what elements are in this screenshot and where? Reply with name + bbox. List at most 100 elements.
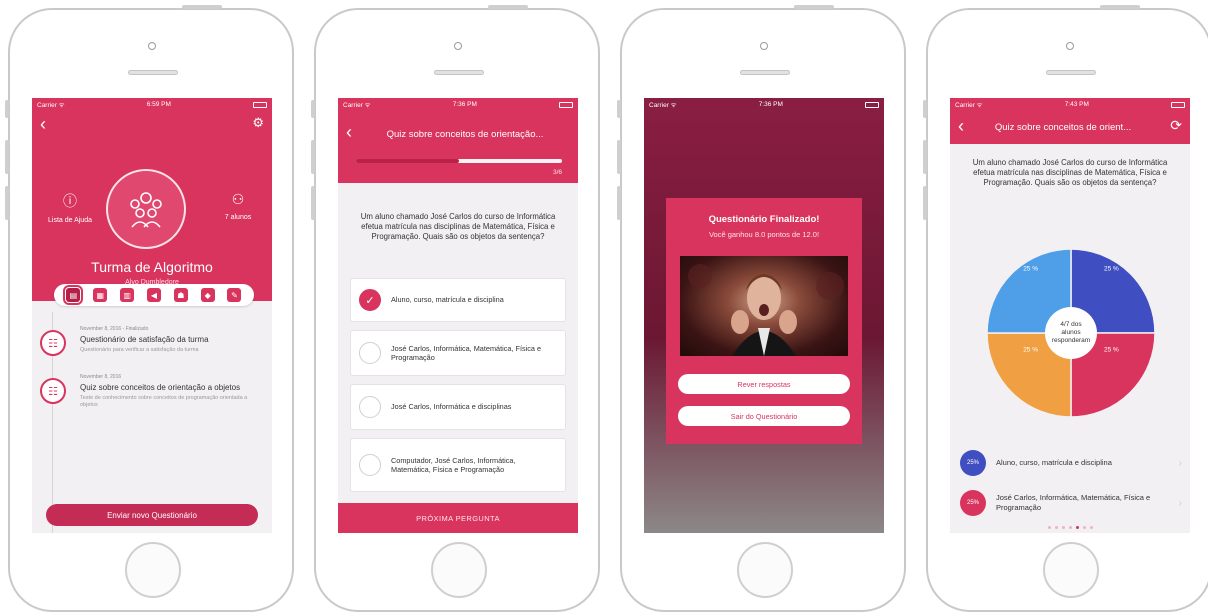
battery-icon: [1170, 101, 1185, 108]
mute-switch: [5, 100, 9, 118]
home-button[interactable]: [125, 542, 181, 598]
mute-switch: [311, 100, 315, 118]
chevron-right-icon: ›: [1178, 497, 1182, 509]
percent-badge: 25%: [960, 450, 986, 476]
app-showcase: Carrier ᯤ 6:59 PM ‹ ⚙ ⓘ Lista de Ajuda ⚇…: [0, 0, 1208, 614]
answer-option[interactable]: Computador, José Carlos, Informática, Ma…: [350, 438, 566, 492]
pie-svg: 25 % 25 % 25 % 25 % 4/7 dosalunosresponderam: [986, 248, 1156, 418]
home-button[interactable]: [431, 542, 487, 598]
front-camera: [454, 42, 462, 50]
legend-label: Aluno, curso, matrícula e disciplina: [996, 458, 1112, 468]
power-button: [1100, 5, 1140, 9]
item-description: Teste de conhecimento sobre conceitos de…: [80, 395, 248, 409]
page-dot[interactable]: [1047, 526, 1051, 529]
help-list-button[interactable]: ⓘ Lista de Ajuda: [40, 191, 100, 224]
speaker: [434, 70, 484, 75]
mute-switch: [617, 100, 621, 118]
center-label: responderam: [1052, 337, 1090, 344]
front-camera: [148, 42, 156, 50]
item-date: November 8, 2016: [80, 374, 122, 380]
clipboard-icon[interactable]: ▤: [63, 285, 84, 305]
phone-frame-result: Carrier ᯤ 7:36 PM Questionário Finalizad…: [617, 5, 906, 612]
page-dot[interactable]: [1089, 526, 1093, 529]
students-label: 7 alunos: [224, 214, 252, 221]
item-description: Questionário para verificar a satisfação…: [80, 347, 199, 353]
group-toolbar-icon[interactable]: ☗: [173, 288, 188, 302]
chat-icon[interactable]: ✎: [227, 288, 242, 302]
home-button[interactable]: [1043, 542, 1099, 598]
stats-title: Quiz sobre conceitos de orient...: [994, 122, 1132, 133]
option-label: Aluno, curso, matrícula e disciplina: [391, 295, 504, 305]
phone-frame-quiz: Carrier ᯤ 7:36 PM ‹ Quiz sobre conceitos…: [311, 5, 600, 612]
chevron-right-icon: ›: [1178, 457, 1182, 469]
timeline-text: November 8, 2016 Quiz sobre conceitos de…: [80, 374, 265, 409]
phone-frame-class: Carrier ᯤ 6:59 PM ‹ ⚙ ⓘ Lista de Ajuda ⚇…: [5, 5, 294, 612]
question-icon: ⓘ: [63, 193, 77, 209]
answer-option[interactable]: José Carlos, Informática e disciplinas: [350, 384, 566, 430]
badge-icon[interactable]: ◆: [200, 288, 215, 302]
slice-label: 25 %: [1104, 266, 1119, 273]
item-title: Quiz sobre conceitos de orientação a obj…: [80, 383, 241, 392]
mute-switch: [923, 100, 927, 118]
battery-icon: [252, 101, 267, 108]
page-dot[interactable]: [1061, 526, 1065, 529]
page-indicator: [950, 526, 1190, 529]
grid-icon[interactable]: ▥: [120, 288, 135, 302]
question-text: Um aluno chamado José Carlos do curso de…: [360, 212, 556, 242]
item-date: November 8, 2016 - Finalizado: [80, 326, 149, 332]
send-questionnaire-button[interactable]: Enviar novo Questionário: [46, 504, 258, 526]
class-title: Turma de Algoritmo: [91, 259, 213, 275]
option-label: José Carlos, Informática, Matemática, Fí…: [391, 343, 542, 362]
center-label: alunos: [1061, 329, 1081, 336]
celebration-gif: [680, 256, 848, 356]
calendar-icon[interactable]: ▦: [93, 288, 108, 302]
quiz-progress-fill: [356, 159, 459, 163]
status-bar: Carrier ᯤ 7:43 PM: [950, 98, 1190, 111]
megaphone-icon[interactable]: ◀: [146, 288, 161, 302]
answer-option[interactable]: ✓ Aluno, curso, matrícula e disciplina: [350, 278, 566, 322]
class-screen: Carrier ᯤ 6:59 PM ‹ ⚙ ⓘ Lista de Ajuda ⚇…: [32, 98, 272, 533]
review-answers-button[interactable]: Rever respostas: [678, 374, 850, 394]
volume-up-button: [923, 140, 927, 174]
front-camera: [760, 42, 768, 50]
quiz-title: Quiz sobre conceitos de orientação...: [386, 129, 544, 140]
page-dot[interactable]: [1082, 526, 1086, 529]
volume-up-button: [311, 140, 315, 174]
carrier-label: Carrier ᯤ: [343, 102, 371, 109]
next-question-button[interactable]: PRÓXIMA PERGUNTA: [338, 503, 578, 533]
quiz-progress-label: 3/6: [552, 169, 562, 176]
back-chevron-icon[interactable]: ‹: [40, 115, 46, 133]
timeline-text: November 8, 2016 - Finalizado Questionár…: [80, 326, 265, 354]
page-dot[interactable]: [1075, 526, 1079, 529]
stats-header: ‹ Quiz sobre conceitos de orient... ⟳: [950, 111, 1190, 144]
center-label: 4/7 dos: [1060, 321, 1082, 328]
quiz-screen: Carrier ᯤ 7:36 PM ‹ Quiz sobre conceitos…: [338, 98, 578, 533]
legend-item[interactable]: 25% Aluno, curso, matrícula e disciplina…: [960, 450, 1182, 476]
volume-down-button: [617, 186, 621, 220]
exit-questionnaire-button[interactable]: Sair do Questionário: [678, 406, 850, 426]
battery-icon: [864, 101, 879, 108]
clipboard-list-icon: ☷: [40, 330, 66, 356]
percent-badge: 25%: [960, 490, 986, 516]
power-button: [182, 5, 222, 9]
answer-option[interactable]: José Carlos, Informática, Matemática, Fí…: [350, 330, 566, 376]
volume-down-button: [923, 186, 927, 220]
students-button[interactable]: ⚇ 7 alunos: [208, 191, 268, 221]
gear-icon[interactable]: ⚙: [252, 115, 264, 131]
slice-label: 25 %: [1023, 346, 1038, 353]
radio-icon: [359, 396, 381, 418]
page-dot[interactable]: [1068, 526, 1072, 529]
home-button[interactable]: [737, 542, 793, 598]
clock: 7:43 PM: [1064, 101, 1089, 108]
answers-pie-chart: 25 % 25 % 25 % 25 % 4/7 dos alunos responderam: [986, 248, 1156, 423]
clock: 7:36 PM: [452, 101, 477, 108]
page-dot[interactable]: [1054, 526, 1058, 529]
checkmark-icon: ✓: [359, 289, 381, 311]
legend-item[interactable]: 25% José Carlos, Informática, Matemática…: [960, 490, 1182, 516]
refresh-icon[interactable]: ⟳: [1170, 118, 1182, 132]
power-button: [794, 5, 834, 9]
item-title: Questionário de satisfação da turma: [80, 335, 209, 344]
clipboard-list-icon: ☷: [40, 378, 66, 404]
result-screen: Carrier ᯤ 7:36 PM Questionário Finalizad…: [644, 98, 884, 533]
volume-up-button: [5, 140, 9, 174]
